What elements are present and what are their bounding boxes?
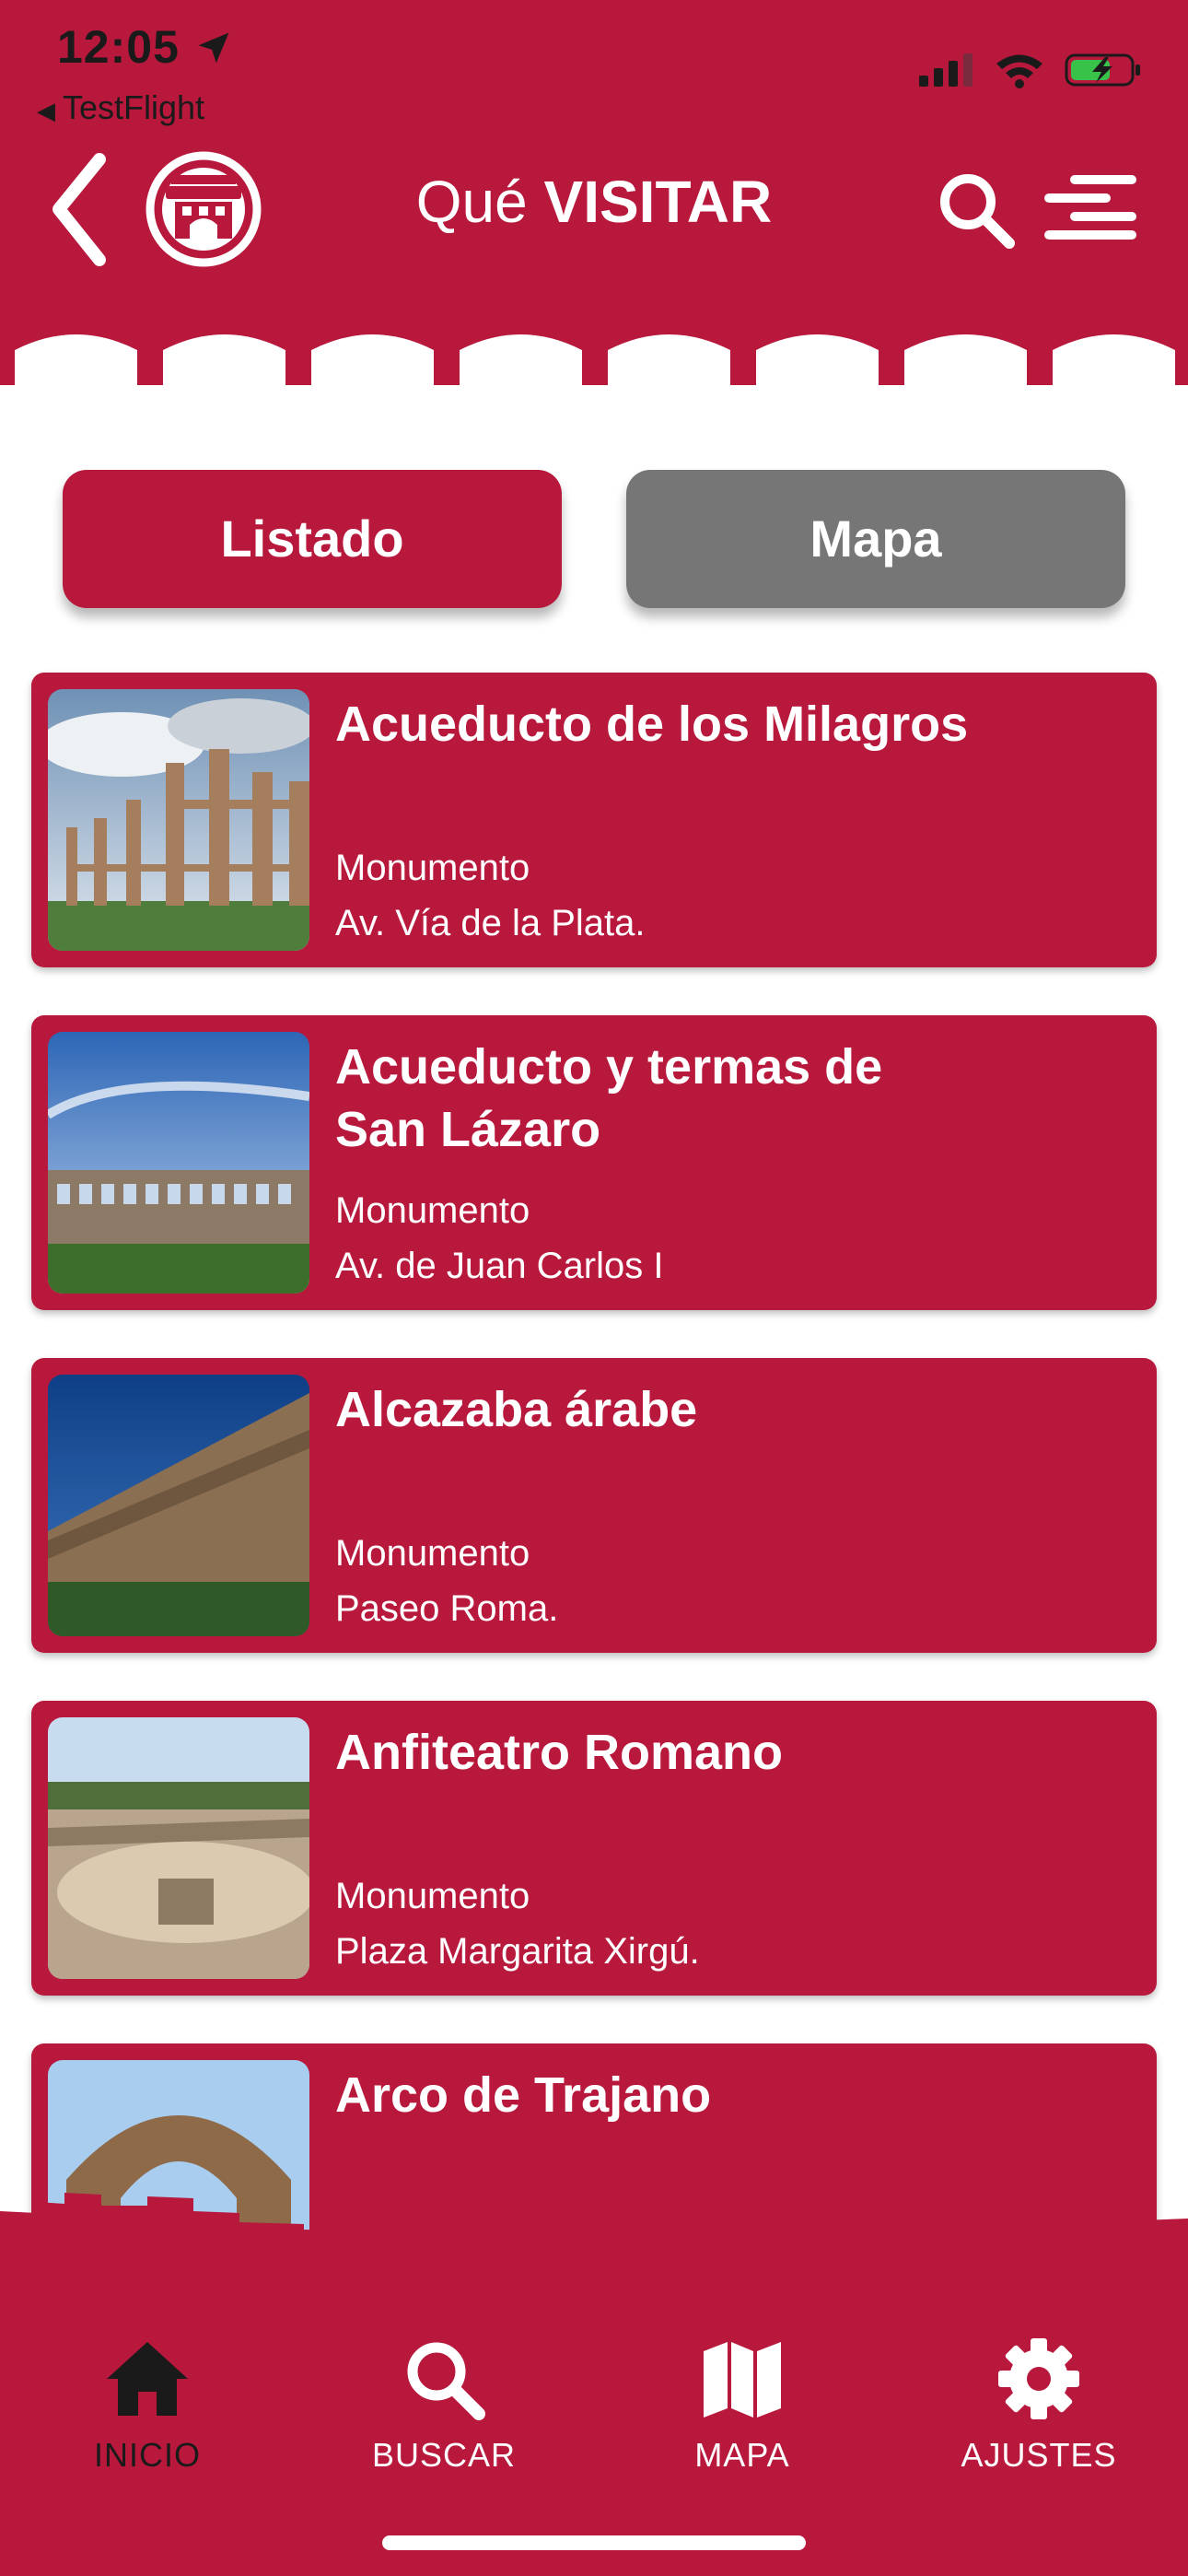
home-indicator[interactable] bbox=[382, 2535, 806, 2550]
list-item[interactable]: Acueducto y termas de San Lázaro Monumen… bbox=[31, 1015, 1157, 1310]
place-type: Monumento bbox=[335, 1876, 530, 1916]
status-time: 12:05 bbox=[57, 21, 180, 73]
place-title: Arco de Trajano bbox=[335, 2067, 712, 2123]
place-title: Acueducto y termas de San Lázaro bbox=[335, 1039, 883, 1157]
testflight-label: TestFlight bbox=[63, 88, 205, 126]
page-title-light: Qué bbox=[415, 169, 544, 235]
mapa-button[interactable]: Mapa bbox=[626, 470, 1125, 608]
testflight-back-link[interactable]: ◀ TestFlight bbox=[37, 88, 204, 127]
list-item[interactable]: Alcazaba árabe Monumento Paseo Roma. bbox=[31, 1358, 1157, 1653]
battery-charging-icon bbox=[1065, 53, 1140, 87]
list-item[interactable]: Acueducto de los Milagros Monumento Av. … bbox=[31, 673, 1157, 967]
place-title: Acueducto de los Milagros bbox=[335, 697, 969, 752]
map-icon bbox=[704, 2342, 781, 2418]
place-type: Monumento bbox=[335, 1190, 530, 1231]
status-icons bbox=[919, 52, 1142, 88]
nav-inicio[interactable]: INICIO bbox=[28, 2335, 267, 2475]
place-thumbnail bbox=[48, 689, 309, 951]
places-list: Acueducto de los Milagros Monumento Av. … bbox=[31, 673, 1157, 2386]
gear-icon bbox=[998, 2338, 1079, 2419]
place-type: Monumento bbox=[335, 848, 530, 888]
app-header: 12:05 ◀ TestFlight Qué VISITAR bbox=[0, 0, 1188, 322]
place-address: Av. Vía de la Plata. bbox=[335, 903, 646, 943]
place-title: Anfiteatro Romano bbox=[335, 1725, 783, 1780]
search-icon bbox=[407, 2342, 485, 2420]
location-arrow-icon bbox=[198, 32, 229, 64]
nav-label: AJUSTES bbox=[961, 2436, 1117, 2474]
back-triangle-icon: ◀ bbox=[37, 97, 55, 124]
home-icon bbox=[107, 2342, 188, 2416]
listado-button[interactable]: Listado bbox=[63, 470, 562, 608]
signal-icon bbox=[919, 53, 973, 87]
place-address: Av. de Juan Carlos I bbox=[335, 1246, 664, 1286]
list-item[interactable]: Anfiteatro Romano Monumento Plaza Margar… bbox=[31, 1701, 1157, 1996]
wall-battlements-decoration bbox=[0, 311, 1188, 385]
nav-ajustes[interactable]: AJUSTES bbox=[919, 2335, 1159, 2475]
nav-label: MAPA bbox=[694, 2436, 790, 2474]
place-address: Plaza Margarita Xirgú. bbox=[335, 1931, 700, 1972]
place-thumbnail bbox=[48, 1375, 309, 1636]
nav-buscar[interactable]: BUSCAR bbox=[324, 2335, 564, 2475]
place-thumbnail bbox=[48, 1032, 309, 1294]
place-thumbnail bbox=[48, 1717, 309, 1979]
filter-menu-icon[interactable] bbox=[1042, 173, 1138, 243]
wifi-icon bbox=[996, 54, 1042, 88]
place-title: Alcazaba árabe bbox=[335, 1382, 698, 1437]
place-type: Monumento bbox=[335, 1533, 530, 1574]
search-icon[interactable] bbox=[936, 170, 1017, 251]
page-title-bold: VISITAR bbox=[543, 169, 773, 235]
nav-label: INICIO bbox=[93, 2436, 201, 2474]
nav-mapa[interactable]: MAPA bbox=[623, 2335, 862, 2475]
city-skyline-decoration bbox=[0, 2193, 1188, 2266]
bottom-nav: INICIO BUSCAR MAPA AJUSTES bbox=[0, 2257, 1188, 2576]
place-address: Paseo Roma. bbox=[335, 1588, 559, 1629]
nav-label: BUSCAR bbox=[371, 2436, 517, 2474]
